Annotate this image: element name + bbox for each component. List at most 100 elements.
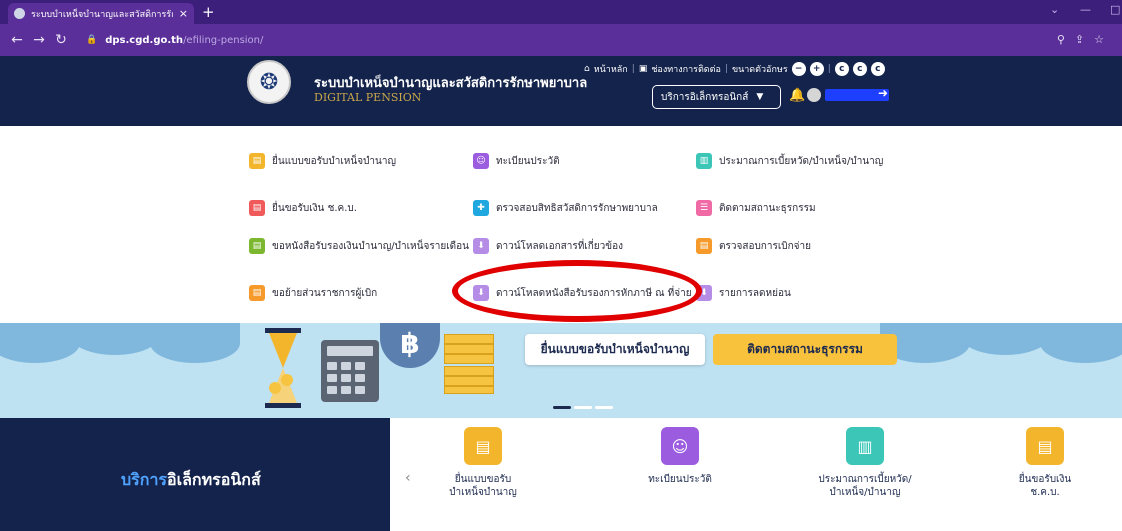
eservice-item-label: ยื่นแบบขอรับ xyxy=(454,474,512,485)
top-links: ⌂ หน้าหลัก | ▣ ช่องทางการติดต่อ | ขนาดตั… xyxy=(584,62,885,76)
eservice-item-icon: ▤ xyxy=(1026,427,1064,465)
avatar xyxy=(807,88,821,102)
reload-icon[interactable]: ↻ xyxy=(50,32,72,48)
user-account[interactable] xyxy=(807,88,889,102)
eservice-item-label: ประมาณการเบี้ยหวัด/ xyxy=(818,474,912,485)
menu-item-icon: ▤ xyxy=(249,153,265,169)
menu-item-label: ยื่นแบบขอรับบำเหน็จบำนาญ xyxy=(272,155,396,167)
chevron-down-icon[interactable]: ⌄ xyxy=(1050,3,1059,16)
menu-item-icon: ⬇ xyxy=(696,285,712,301)
menu-item[interactable]: ⬇ รายการลดหย่อน xyxy=(696,284,791,302)
menu-item-label: ทะเบียนประวัติ xyxy=(496,155,560,167)
menu-item[interactable]: ▤ ขอหนังสือรับรองเงินบำนาญ/บำเหน็จรายเดือ… xyxy=(249,237,469,255)
menu-item[interactable]: ☰ ติดตามสถานะธุรกรรม xyxy=(696,199,816,217)
favicon-icon xyxy=(14,8,25,19)
eservice-item[interactable]: ▤ ยื่นขอรับเงินช.ค.บ. xyxy=(975,427,1115,499)
submit-pension-button[interactable]: ยื่นแบบขอรับบำเหน็จบำนาญ xyxy=(525,334,705,365)
home-link[interactable]: หน้าหลัก xyxy=(594,62,628,76)
eservice-item-icon: ▤ xyxy=(464,427,502,465)
eservice-item[interactable]: ▤ ยื่นแบบขอรับบำเหน็จบำนาญ xyxy=(413,427,553,499)
menu-item-label: ดาวน์โหลดเอกสารที่เกี่ยวข้อง xyxy=(496,240,623,252)
menu-item[interactable]: ▤ ยื่นแบบขอรับบำเหน็จบำนาญ xyxy=(249,152,396,170)
menu-item-icon: ⬇ xyxy=(473,285,489,301)
eservice-item-label: ช.ค.บ. xyxy=(1030,487,1060,498)
forward-icon[interactable]: → xyxy=(28,32,50,48)
menu-item-label: ตรวจสอบการเบิกจ่าย xyxy=(719,240,811,252)
menu-item-label: ขอหนังสือรับรองเงินบำนาญ/บำเหน็จรายเดือน xyxy=(272,240,469,252)
eservice-item[interactable]: ☺ ทะเบียนประวัติ xyxy=(610,427,750,486)
department-logo[interactable]: ❂ xyxy=(247,60,291,104)
menu-item[interactable]: ▤ ขอย้ายส่วนราชการผู้เบิก xyxy=(249,284,377,302)
eservice-item-icon: ☺ xyxy=(661,427,699,465)
menu-item[interactable]: ✚ ตรวจสอบสิทธิสวัสดิการรักษาพยาบาล xyxy=(473,199,658,217)
font-increase-button[interactable]: + xyxy=(809,62,824,76)
menu-item-icon: ▤ xyxy=(249,200,265,216)
site-name: ระบบบำเหน็จบำนาญและสวัสดิการรักษาพยาบาล xyxy=(314,76,588,91)
close-tab-icon[interactable]: × xyxy=(179,7,188,20)
contact-icon: ▣ xyxy=(638,64,648,74)
home-icon: ⌂ xyxy=(584,64,590,74)
logout-icon[interactable]: ➜ xyxy=(878,86,888,100)
eservice-title: บริการอิเล็กทรอนิกส์ xyxy=(121,470,261,489)
menu-item-icon: ☰ xyxy=(696,200,712,216)
menu-item[interactable]: ▤ ยื่นขอรับเงิน ช.ค.บ. xyxy=(249,199,357,217)
url-host: dps.cgd.go.th xyxy=(105,34,184,46)
contrast-normal-button[interactable]: c xyxy=(834,62,849,76)
menu-item-icon: ▤ xyxy=(249,285,265,301)
new-tab-button[interactable]: + xyxy=(202,3,215,21)
eservice-item[interactable]: ▥ ประมาณการเบี้ยหวัด/บำเหน็จ/บำนาญ xyxy=(795,427,935,499)
contrast-dark-button[interactable]: c xyxy=(870,62,885,76)
coin-stack-icon xyxy=(444,334,494,394)
menu-item-icon: ✚ xyxy=(473,200,489,216)
carousel-dot[interactable] xyxy=(553,406,571,409)
menu-item[interactable]: ⬇ ดาวน์โหลดเอกสารที่เกี่ยวข้อง xyxy=(473,237,623,255)
address-bar: ← → ↻ 🔒 dps.cgd.go.th /efiling-pension/ … xyxy=(0,24,1122,56)
menu-item-label: รายการลดหย่อน xyxy=(719,287,791,299)
caret-down-icon: ▼ xyxy=(756,92,764,102)
eservice-item-icon: ▥ xyxy=(846,427,884,465)
carousel-dot[interactable] xyxy=(574,406,592,409)
browser-tab-bar: ระบบบำเหน็จบำนาญและสวัสดิการรักษ × + ⌄ —… xyxy=(0,0,1122,24)
menu-item-label: ติดตามสถานะธุรกรรม xyxy=(719,202,816,214)
url-path: /efiling-pension/ xyxy=(183,34,264,46)
site-subtitle: DIGITAL PENSION xyxy=(314,91,422,104)
maximize-icon[interactable]: □ xyxy=(1110,3,1120,16)
contrast-high-button[interactable]: c xyxy=(852,62,867,76)
carousel-dot[interactable] xyxy=(595,406,613,409)
menu-item-icon: ▤ xyxy=(249,238,265,254)
carousel-prev-button[interactable]: ‹ xyxy=(405,470,411,486)
eservice-item-label: ยื่นขอรับเงิน xyxy=(1018,474,1072,485)
eservice-dropdown-label: บริการอิเล็กทรอนิกส์ xyxy=(661,91,749,103)
menu-item-icon: ⬇ xyxy=(473,238,489,254)
menu-item-label: ประมาณการเบี้ยหวัด/บำเหน็จ/บำนาญ xyxy=(719,155,884,167)
tab-title: ระบบบำเหน็จบำนาญและสวัสดิการรักษ xyxy=(31,9,173,20)
back-icon[interactable]: ← xyxy=(6,32,28,48)
minimize-icon[interactable]: — xyxy=(1080,3,1091,16)
bell-icon[interactable]: 🔔 xyxy=(789,88,805,103)
menu-item[interactable]: ▤ ตรวจสอบการเบิกจ่าย xyxy=(696,237,811,255)
menu-item-icon: ▤ xyxy=(696,238,712,254)
track-status-button[interactable]: ติดตามสถานะธุรกรรม xyxy=(713,334,897,365)
carousel-dots[interactable] xyxy=(553,406,613,409)
menu-item-label: ดาวน์โหลดหนังสือรับรองการหักภาษี ณ ที่จ่… xyxy=(496,287,692,299)
contact-link[interactable]: ช่องทางการติดต่อ xyxy=(651,62,721,76)
eservice-item-label: บำเหน็จ/บำนาญ xyxy=(829,487,901,498)
menu-item[interactable]: ☺ ทะเบียนประวัติ xyxy=(473,152,560,170)
menu-item-icon: ▥ xyxy=(696,153,712,169)
font-decrease-button[interactable]: − xyxy=(791,62,806,76)
eservice-item-label: ทะเบียนประวัติ xyxy=(648,474,712,485)
menu-item-label: ขอย้ายส่วนราชการผู้เบิก xyxy=(272,287,378,299)
menu-item-label: ตรวจสอบสิทธิสวัสดิการรักษาพยาบาล xyxy=(496,202,658,214)
menu-item[interactable]: ▥ ประมาณการเบี้ยหวัด/บำเหน็จ/บำนาญ xyxy=(696,152,883,170)
browser-tab[interactable]: ระบบบำเหน็จบำนาญและสวัสดิการรักษ × xyxy=(8,3,194,24)
browser-actions[interactable]: ⚲⇪☆ xyxy=(1057,33,1114,46)
eservice-dropdown[interactable]: บริการอิเล็กทรอนิกส์ ▼ xyxy=(652,85,781,109)
hourglass-icon xyxy=(265,328,301,408)
menu-item-icon: ☺ xyxy=(473,153,489,169)
lock-icon: 🔒 xyxy=(86,35,98,45)
url-field[interactable]: 🔒 dps.cgd.go.th /efiling-pension/ xyxy=(86,35,263,46)
eservice-item-label: บำเหน็จบำนาญ xyxy=(449,487,517,498)
menu-item[interactable]: ⬇ ดาวน์โหลดหนังสือรับรองการหักภาษี ณ ที่จ… xyxy=(473,284,692,302)
menu-item-label: ยื่นขอรับเงิน ช.ค.บ. xyxy=(272,202,357,214)
fontsize-label: ขนาดตัวอักษร xyxy=(731,65,788,75)
